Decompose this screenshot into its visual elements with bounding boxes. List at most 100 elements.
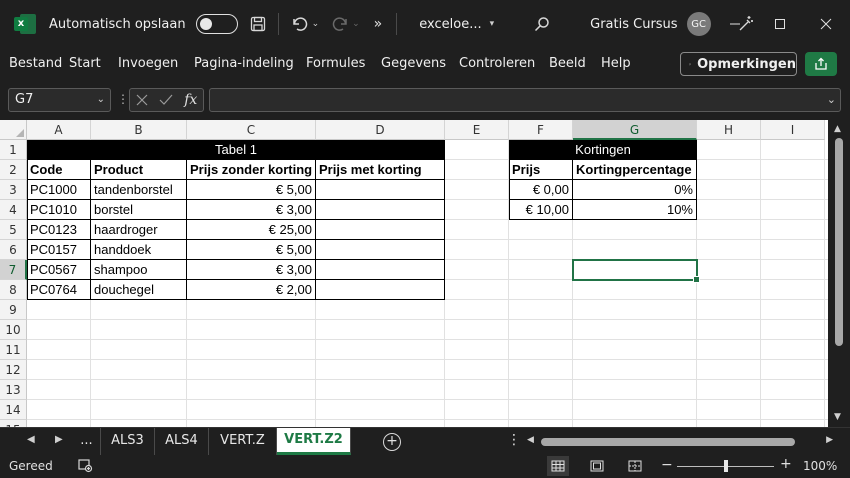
vertical-scrollbar[interactable]: ▲ ▼: [828, 120, 850, 427]
sheet-tab-vert-z2[interactable]: VERT.Z2: [277, 428, 351, 455]
sheet-tab-vert-z[interactable]: VERT.Z: [209, 428, 277, 455]
minimize-icon[interactable]: [712, 0, 758, 48]
zoom-level[interactable]: 100%: [803, 459, 837, 473]
maximize-icon[interactable]: [757, 0, 803, 48]
table-cell[interactable]: € 0,00: [509, 180, 573, 200]
active-cell-g7[interactable]: [572, 259, 700, 283]
sheet-tab-als3[interactable]: ALS3: [101, 428, 155, 455]
table-cell[interactable]: € 5,00: [187, 240, 316, 260]
comments-button[interactable]: Opmerkingen: [680, 52, 797, 76]
row-header[interactable]: 5: [0, 220, 27, 240]
table-cell[interactable]: [316, 180, 445, 200]
table1-header-code[interactable]: Code: [27, 160, 91, 180]
save-icon[interactable]: [250, 16, 266, 32]
table-cell[interactable]: € 2,00: [187, 280, 316, 300]
kortingen-header-percentage[interactable]: Kortingpercentage: [573, 160, 697, 180]
row-header[interactable]: 8: [0, 280, 27, 300]
page-layout-view-icon[interactable]: [586, 456, 608, 476]
sheet-overflow-button[interactable]: ...: [73, 428, 101, 455]
row-header[interactable]: 13: [0, 380, 27, 400]
next-sheet-icon[interactable]: ▶: [55, 434, 63, 445]
table-cell[interactable]: [316, 260, 445, 280]
row-header[interactable]: 6: [0, 240, 27, 260]
table-cell[interactable]: handdoek: [91, 240, 187, 260]
table-cell[interactable]: € 25,00: [187, 220, 316, 240]
accessibility-icon[interactable]: [78, 458, 93, 477]
tab-start[interactable]: Start: [69, 56, 101, 71]
tab-options-icon[interactable]: ⋮: [507, 432, 521, 448]
table-cell[interactable]: € 5,00: [187, 180, 316, 200]
scroll-right-icon[interactable]: ▶: [826, 435, 833, 445]
more-commands-icon[interactable]: »: [374, 16, 383, 32]
user-name[interactable]: Gratis Cursus: [590, 17, 677, 32]
table-cell[interactable]: PC1010: [27, 200, 91, 220]
formula-expand-chevron-icon[interactable]: ⌄: [827, 93, 836, 106]
autosave-toggle[interactable]: [195, 14, 238, 34]
row-header[interactable]: 4: [0, 200, 27, 220]
table-cell[interactable]: [316, 220, 445, 240]
table-cell[interactable]: [316, 280, 445, 300]
undo-icon[interactable]: [291, 16, 309, 32]
table-cell[interactable]: € 3,00: [187, 200, 316, 220]
table-cell[interactable]: [316, 240, 445, 260]
add-sheet-icon[interactable]: +: [383, 433, 401, 451]
table1-title[interactable]: Tabel 1: [27, 140, 445, 160]
undo-dropdown-icon[interactable]: ⌄: [312, 19, 320, 29]
table-cell[interactable]: shampoo: [91, 260, 187, 280]
column-header-a[interactable]: A: [27, 120, 91, 140]
page-break-view-icon[interactable]: [624, 456, 646, 476]
normal-view-icon[interactable]: [547, 456, 569, 476]
tab-bestand[interactable]: Bestand: [9, 56, 62, 71]
row-header[interactable]: 3: [0, 180, 27, 200]
scroll-left-icon[interactable]: ◀: [527, 435, 534, 445]
row-header[interactable]: 11: [0, 340, 27, 360]
row-header[interactable]: 7: [0, 260, 27, 280]
table-cell[interactable]: 10%: [573, 200, 697, 220]
horizontal-scroll-thumb[interactable]: [541, 438, 795, 446]
table1-header-price[interactable]: Prijs zonder korting: [187, 160, 316, 180]
redo-icon[interactable]: [331, 16, 349, 32]
table-cell[interactable]: tandenborstel: [91, 180, 187, 200]
column-header-c[interactable]: C: [187, 120, 316, 140]
tab-invoegen[interactable]: Invoegen: [118, 56, 178, 71]
table-cell[interactable]: € 10,00: [509, 200, 573, 220]
row-header[interactable]: 15: [0, 420, 27, 427]
row-header[interactable]: 1: [0, 140, 27, 160]
file-menu-chevron-icon[interactable]: ▾: [490, 19, 495, 29]
zoom-out-button[interactable]: −: [661, 457, 673, 473]
table1-header-product[interactable]: Product: [91, 160, 187, 180]
kortingen-header-prijs[interactable]: Prijs: [509, 160, 573, 180]
name-box-chevron-icon[interactable]: ⌄: [97, 89, 105, 111]
share-button[interactable]: [805, 52, 837, 76]
table-cell[interactable]: borstel: [91, 200, 187, 220]
table-cell[interactable]: 0%: [573, 180, 697, 200]
tab-beeld[interactable]: Beeld: [549, 56, 586, 71]
worksheet-grid[interactable]: A B C D E F G H I 1 2 3 4 5 6 7 8 9 10 1…: [0, 120, 828, 427]
table-cell[interactable]: [316, 200, 445, 220]
table-cell[interactable]: PC0567: [27, 260, 91, 280]
table-cell[interactable]: PC0123: [27, 220, 91, 240]
column-header-f[interactable]: F: [509, 120, 573, 140]
row-header[interactable]: 10: [0, 320, 27, 340]
tab-help[interactable]: Help: [601, 56, 631, 71]
select-all-button[interactable]: [0, 120, 27, 140]
column-header-g[interactable]: G: [573, 120, 697, 140]
tab-controleren[interactable]: Controleren: [459, 56, 535, 71]
file-name[interactable]: exceloe...: [419, 17, 481, 32]
name-box[interactable]: G7 ⌄: [8, 88, 111, 112]
formula-input[interactable]: ⌄: [209, 88, 841, 112]
tab-formules[interactable]: Formules: [306, 56, 365, 71]
redo-dropdown-icon[interactable]: ⌄: [352, 19, 360, 29]
scroll-down-icon[interactable]: ▼: [834, 412, 841, 422]
insert-function-icon[interactable]: fx: [184, 92, 197, 108]
table-cell[interactable]: douchegel: [91, 280, 187, 300]
sheet-tab-als4[interactable]: ALS4: [155, 428, 209, 455]
row-header[interactable]: 14: [0, 400, 27, 420]
horizontal-scrollbar[interactable]: ◀ ▶: [527, 435, 833, 449]
table-cell[interactable]: PC1000: [27, 180, 91, 200]
row-header[interactable]: 2: [0, 160, 27, 180]
table-cell[interactable]: haardroger: [91, 220, 187, 240]
tab-gegevens[interactable]: Gegevens: [381, 56, 446, 71]
kortingen-title[interactable]: Kortingen: [509, 140, 697, 160]
zoom-slider-thumb[interactable]: [724, 460, 728, 472]
